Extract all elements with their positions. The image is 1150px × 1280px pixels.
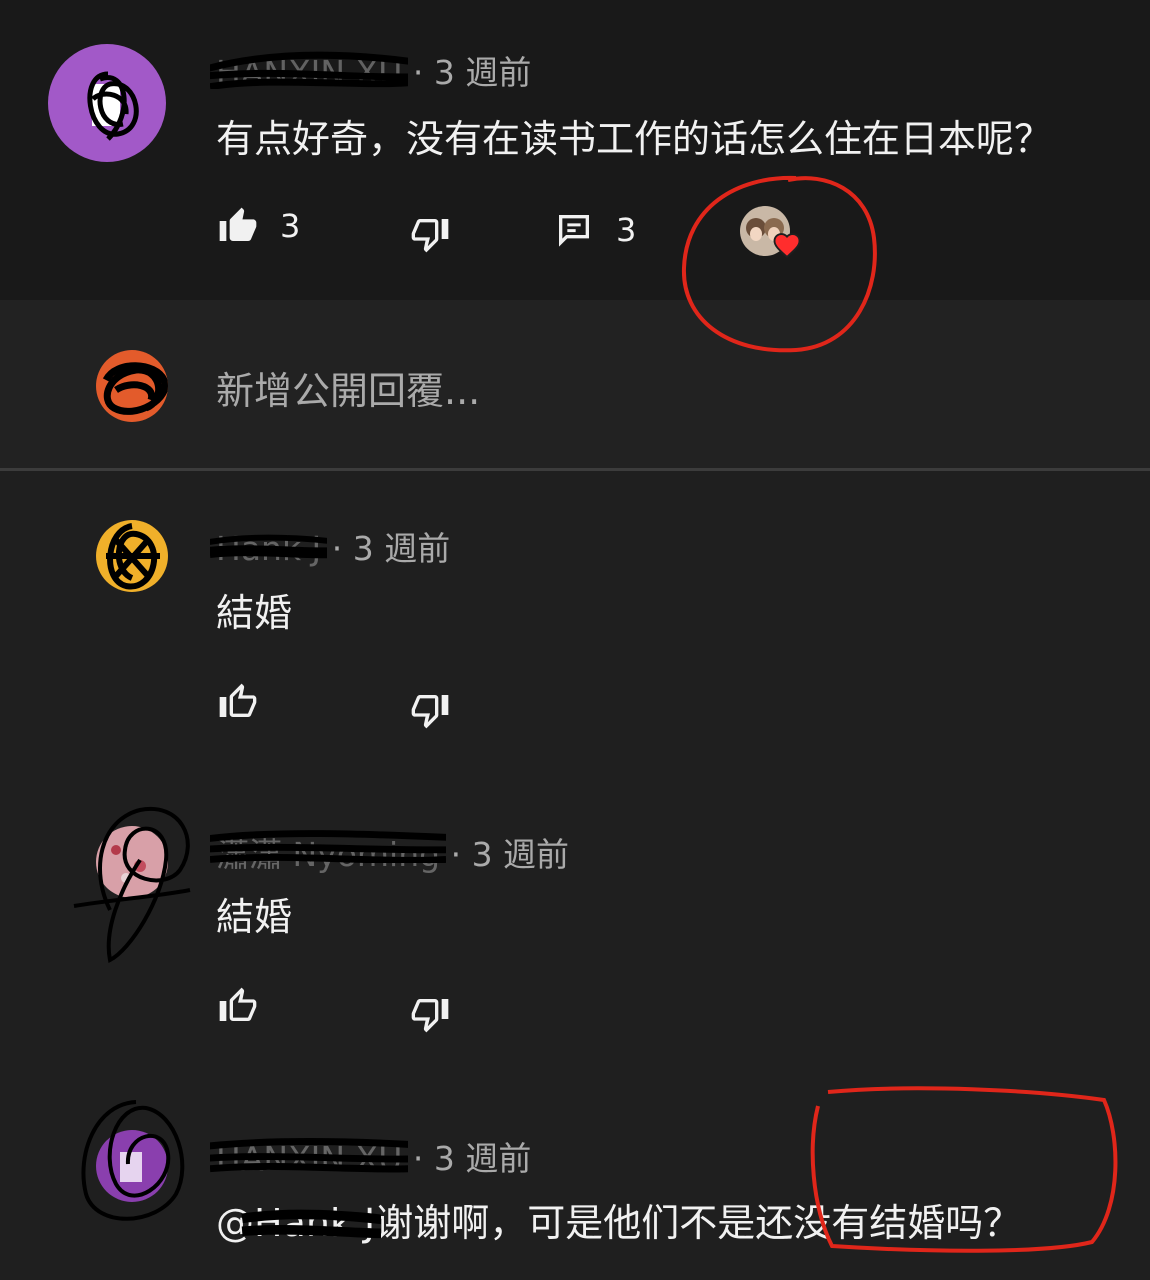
avatar[interactable] bbox=[48, 44, 166, 162]
comment-icon bbox=[554, 210, 594, 250]
timestamp: 3 週前 bbox=[433, 1139, 532, 1178]
avatar[interactable] bbox=[96, 826, 168, 898]
comment-text: @Hank J 谢谢啊，可是他们不是还没有结婚吗？ bbox=[216, 1192, 1021, 1247]
avatar[interactable] bbox=[96, 1130, 168, 1202]
meta-separator: · bbox=[412, 1139, 434, 1178]
reply-count: 3 bbox=[616, 211, 637, 249]
comment-text: 結婚 bbox=[216, 895, 293, 939]
reply-input[interactable]: 新增公開回覆... bbox=[216, 360, 480, 415]
comment-text: 有点好奇，没有在读书工作的话怎么住在日本呢？ bbox=[216, 117, 1053, 161]
reply-input-area bbox=[0, 300, 1150, 468]
like-button[interactable]: 3 bbox=[218, 206, 300, 246]
comment-text: 結婚 bbox=[216, 591, 293, 635]
meta-separator: · bbox=[450, 835, 472, 874]
timestamp: 3 週前 bbox=[433, 53, 532, 92]
avatar[interactable] bbox=[96, 520, 168, 592]
thumbs-down-icon bbox=[410, 214, 450, 254]
thumbs-up-icon bbox=[218, 682, 258, 722]
like-button[interactable] bbox=[218, 986, 258, 1026]
comment-meta: HANXIN XU · 3 週前 bbox=[210, 1132, 532, 1180]
thumbs-down-icon bbox=[410, 690, 450, 730]
dislike-button[interactable] bbox=[410, 690, 450, 730]
thumbs-down-icon bbox=[410, 994, 450, 1034]
reply-text: 谢谢啊，可是他们不是还没有结婚吗？ bbox=[375, 1201, 1022, 1245]
comment-meta: HANXIN XU · 3 週前 bbox=[210, 46, 532, 94]
author-name[interactable]: Hank J bbox=[210, 529, 328, 568]
comment-meta: Hank J · 3 週前 bbox=[210, 522, 451, 570]
divider bbox=[0, 468, 1150, 471]
timestamp: 3 週前 bbox=[471, 835, 570, 874]
author-name[interactable]: 瀟瀟 Nyoming bbox=[210, 828, 447, 876]
dislike-button[interactable] bbox=[410, 214, 450, 254]
mention-link[interactable]: @Hank J bbox=[216, 1201, 382, 1245]
author-name[interactable]: HANXIN XU bbox=[210, 51, 409, 92]
author-name[interactable]: HANXIN XU bbox=[210, 1137, 409, 1178]
thumbs-up-icon bbox=[218, 986, 258, 1026]
comment-meta: 瀟瀟 Nyoming · 3 週前 bbox=[210, 828, 570, 876]
like-button[interactable] bbox=[218, 682, 258, 722]
thumbs-up-icon bbox=[218, 206, 258, 246]
meta-separator: · bbox=[331, 529, 353, 568]
dislike-button[interactable] bbox=[410, 994, 450, 1034]
timestamp: 3 週前 bbox=[352, 529, 451, 568]
reply-button[interactable]: 3 bbox=[554, 210, 636, 250]
my-avatar bbox=[96, 350, 168, 422]
creator-heart-icon bbox=[772, 230, 802, 258]
like-count: 3 bbox=[280, 207, 301, 245]
meta-separator: · bbox=[412, 53, 434, 92]
